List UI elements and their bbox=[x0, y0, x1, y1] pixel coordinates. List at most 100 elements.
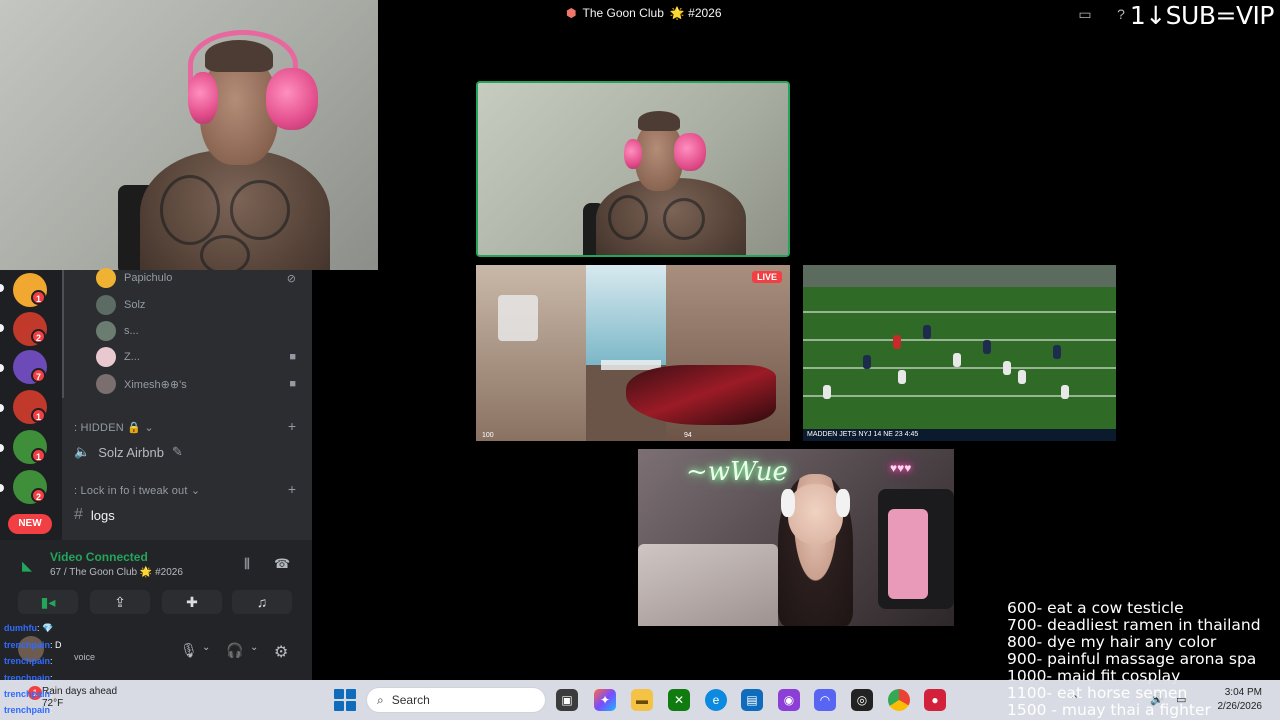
disconnect-icon[interactable]: ☎ bbox=[274, 556, 290, 572]
avatar bbox=[96, 268, 116, 288]
avatar bbox=[96, 321, 116, 341]
microphone-icon[interactable]: 🎙 bbox=[180, 642, 198, 659]
sub-goal: 600- eat a cow testicle bbox=[1007, 599, 1184, 617]
avatar bbox=[96, 295, 116, 315]
voice-user[interactable]: Ximesh⊕⊕'s bbox=[96, 373, 187, 395]
channel-suffix: 🌟 #2026 bbox=[669, 6, 722, 20]
stream-tile-girl[interactable]: ~wWue ♥♥♥ bbox=[638, 449, 954, 626]
obs-icon[interactable]: ● bbox=[924, 689, 946, 711]
voice-user[interactable]: s... bbox=[96, 320, 139, 342]
server-badge: 1 bbox=[31, 448, 46, 463]
voice-user-name: Solz bbox=[124, 299, 146, 311]
search-icon: ⌕ bbox=[377, 692, 384, 707]
settings-gear-icon[interactable]: ⚙ bbox=[274, 642, 288, 662]
chrome-icon[interactable] bbox=[888, 689, 910, 711]
channel-list: Papichulo ⊘ Solz s... Z... ■ Ximesh⊕⊕'s … bbox=[62, 267, 312, 540]
headphones-icon[interactable]: 🎧 bbox=[226, 642, 243, 659]
category-lock-in[interactable]: : Lock in fo i tweak out ⌄ bbox=[74, 484, 200, 497]
chat-message: trenchpain: bbox=[4, 705, 53, 715]
speaker-icon: 🔈 bbox=[74, 444, 91, 459]
inbox-icon[interactable]: ▭ bbox=[1076, 5, 1094, 23]
server-badge: 7 bbox=[31, 368, 46, 383]
stream-tile-webcam[interactable] bbox=[476, 81, 790, 257]
discord-icon[interactable]: ◠ bbox=[814, 689, 836, 711]
noise-suppression-icon[interactable]: ⫼ bbox=[244, 556, 250, 572]
voice-channel-solz-airbnb[interactable]: 🔈 Solz Airbnb ✎ bbox=[74, 444, 183, 460]
search-box[interactable]: ⌕ Search bbox=[366, 687, 546, 713]
signal-icon: ◣ bbox=[22, 558, 32, 573]
server-badge: 1 bbox=[31, 290, 46, 305]
chevron-down-icon[interactable]: ⌄ bbox=[202, 642, 210, 653]
soundboard-button[interactable]: ♫ bbox=[232, 590, 292, 614]
scorebug: MADDEN JETS NYJ 14 NE 23 4:45 bbox=[803, 429, 1116, 441]
server-badge: 1 bbox=[31, 408, 46, 423]
voice-channel-detail[interactable]: 67 / The Goon Club 🌟 #2026 bbox=[50, 567, 183, 578]
sub-goal: 700- deadliest ramen in thailand bbox=[1007, 616, 1261, 634]
server-rail: 1 2 7 1 1 2 NEW bbox=[0, 270, 62, 540]
steam-icon[interactable]: ◎ bbox=[851, 689, 873, 711]
category-hidden[interactable]: : HIDDEN 🔒 ⌄ bbox=[74, 421, 154, 434]
task-view-icon[interactable]: ▣ bbox=[556, 689, 578, 711]
sub-goal: 900- painful massage arona spa bbox=[1007, 650, 1257, 668]
sub-vip-overlay: 1↓SUB=VIP bbox=[1129, 1, 1275, 30]
hash-icon: # bbox=[74, 506, 83, 523]
server-icon: ⬢ bbox=[566, 6, 577, 20]
chevron-down-icon[interactable]: ⌄ bbox=[250, 642, 258, 653]
text-channel-logs[interactable]: # logs bbox=[74, 506, 115, 524]
new-badge[interactable]: NEW bbox=[8, 514, 52, 534]
video-icon: ■ bbox=[289, 351, 296, 363]
chat-message: trenchpain: bbox=[4, 689, 53, 699]
sub-goal: 1100- eat horse semen bbox=[1007, 684, 1188, 702]
mic-muted-icon: ⊘ bbox=[286, 273, 296, 285]
sub-goal: 1500 - muay thai a fighter bbox=[1007, 701, 1211, 719]
streamer-webcam bbox=[0, 0, 378, 270]
voice-user-name: s... bbox=[124, 325, 139, 337]
chevron-down-icon: ⌄ bbox=[190, 485, 201, 497]
store-icon[interactable]: ▤ bbox=[741, 689, 763, 711]
voice-user[interactable]: Z... bbox=[96, 346, 140, 368]
file-explorer-icon[interactable]: ▬ bbox=[631, 689, 653, 711]
start-button[interactable] bbox=[334, 689, 356, 711]
chat-message: dumhfu: 💎 bbox=[4, 623, 54, 633]
copilot-icon[interactable]: ✦ bbox=[594, 689, 616, 711]
activities-button[interactable]: ✚ bbox=[162, 590, 222, 614]
chevron-down-icon: ⌄ bbox=[144, 422, 154, 434]
neon-sign: ~wWue bbox=[686, 457, 788, 487]
help-icon[interactable]: ? bbox=[1112, 5, 1130, 23]
sub-goals-list: 600- eat a cow testicle 700- deadliest r… bbox=[1007, 600, 1261, 719]
server-badge: 2 bbox=[31, 488, 46, 503]
screen-share-button[interactable]: ⇪ bbox=[90, 590, 150, 614]
chat-message: trenchpain: D bbox=[4, 640, 62, 650]
avatar bbox=[96, 374, 116, 394]
avatar bbox=[96, 347, 116, 367]
stream-tile-football[interactable]: MADDEN JETS NYJ 14 NE 23 4:45 bbox=[803, 265, 1116, 441]
window-title: ⬢ The Goon Club 🌟 #2026 bbox=[566, 6, 722, 20]
voice-user[interactable]: Solz bbox=[96, 294, 145, 316]
window-titlebar: ⬢ The Goon Club 🌟 #2026 ▭ ? 1↓SUB=VIP bbox=[378, 0, 1280, 30]
voice-user-name: Ximesh⊕⊕'s bbox=[124, 378, 187, 391]
add-channel-icon[interactable]: + bbox=[288, 481, 296, 497]
server-name: The Goon Club bbox=[582, 6, 664, 20]
weather-widget[interactable]: Rain days ahead 72°F bbox=[42, 686, 117, 710]
hud-health: 94 bbox=[684, 432, 692, 439]
user-status: voice bbox=[74, 652, 96, 662]
voice-status[interactable]: Video Connected bbox=[50, 550, 148, 564]
app-icon[interactable]: ◉ bbox=[778, 689, 800, 711]
voice-user-name: Papichulo bbox=[124, 272, 173, 284]
camera-button[interactable]: ▮◂ bbox=[18, 590, 78, 614]
neon-sign-pink: ♥♥♥ bbox=[890, 461, 912, 475]
pencil-icon: ✎ bbox=[171, 444, 183, 459]
voice-user[interactable]: Papichulo bbox=[96, 267, 172, 289]
video-icon: ■ bbox=[289, 378, 296, 390]
xbox-icon[interactable]: ✕ bbox=[668, 689, 690, 711]
edge-icon[interactable]: e bbox=[705, 689, 727, 711]
hud-ammo: 100 bbox=[482, 432, 494, 439]
add-channel-icon[interactable]: + bbox=[288, 418, 296, 434]
voice-user-name: Z... bbox=[124, 351, 140, 363]
server-badge: 2 bbox=[31, 329, 46, 344]
live-badge: LIVE bbox=[751, 271, 782, 283]
sub-goal: 800- dye my hair any color bbox=[1007, 633, 1217, 651]
voice-connection-panel: ◣ Video Connected 67 / The Goon Club 🌟 #… bbox=[0, 540, 312, 620]
chat-message: trenchpain: bbox=[4, 656, 53, 666]
stream-tile-game[interactable]: 100 94 LIVE bbox=[476, 265, 790, 441]
